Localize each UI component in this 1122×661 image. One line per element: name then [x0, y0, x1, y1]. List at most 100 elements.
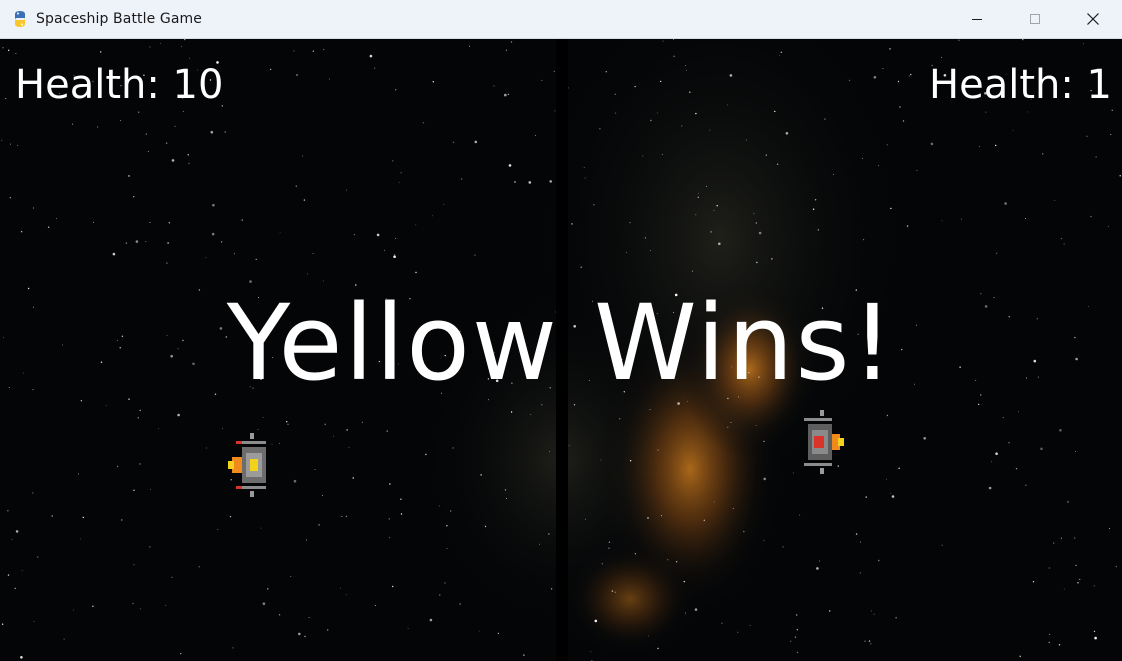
star [188, 162, 190, 165]
star [63, 638, 65, 640]
game-canvas[interactable]: Health: 10 Health: 1 Yellow Wins! [0, 39, 1122, 661]
star [72, 609, 74, 611]
star [394, 254, 396, 256]
star [657, 647, 659, 650]
star [189, 57, 190, 59]
star [267, 588, 269, 590]
star [1025, 218, 1026, 219]
star [298, 632, 301, 636]
star [649, 408, 651, 410]
star [548, 533, 550, 535]
star [33, 621, 35, 622]
star [493, 85, 495, 87]
star [407, 628, 409, 629]
star [689, 91, 691, 93]
maximize-button[interactable] [1006, 0, 1064, 38]
star [684, 65, 686, 66]
star [868, 640, 871, 642]
star [128, 398, 130, 400]
star [749, 624, 751, 626]
star [174, 125, 176, 127]
star [171, 159, 175, 162]
star [296, 74, 298, 76]
star [306, 273, 308, 275]
star [703, 519, 705, 521]
star [1012, 129, 1014, 131]
star [550, 588, 553, 590]
star [848, 79, 851, 82]
star [718, 242, 721, 246]
star [855, 533, 858, 535]
star [995, 452, 998, 456]
star [92, 605, 94, 607]
star [398, 181, 400, 183]
star [1049, 633, 1051, 635]
star [429, 618, 433, 622]
star [656, 112, 658, 114]
star [508, 164, 512, 167]
star [771, 258, 773, 260]
star [796, 614, 798, 616]
star [361, 421, 363, 423]
star [694, 608, 698, 611]
minimize-button[interactable] [948, 0, 1006, 38]
star [510, 411, 513, 413]
star [763, 477, 766, 481]
star [615, 112, 617, 114]
star [647, 635, 649, 637]
star [698, 192, 700, 194]
star [890, 207, 892, 210]
star [930, 142, 934, 146]
star [958, 39, 960, 41]
star [446, 525, 448, 527]
star [138, 111, 140, 113]
star [1, 139, 3, 141]
close-button[interactable] [1064, 0, 1122, 38]
star [1060, 237, 1063, 240]
star [794, 636, 797, 638]
star [713, 209, 715, 211]
star [599, 128, 601, 130]
star [211, 232, 215, 236]
star [345, 594, 347, 596]
star [314, 468, 316, 470]
star [530, 413, 532, 415]
star [1093, 585, 1095, 587]
star [650, 119, 652, 122]
star [1, 623, 4, 625]
star [824, 118, 826, 120]
star [293, 479, 297, 483]
star [538, 543, 540, 545]
star [902, 120, 905, 122]
star [459, 603, 461, 605]
star [895, 617, 897, 619]
star [593, 204, 595, 206]
star [870, 643, 872, 645]
star [497, 632, 500, 635]
star [221, 427, 223, 429]
star [149, 546, 151, 548]
star [139, 608, 141, 610]
title-bar[interactable]: Spaceship Battle Game [0, 0, 1122, 39]
star [374, 605, 376, 607]
star [2, 47, 4, 49]
star [137, 417, 139, 419]
star [812, 208, 815, 210]
star [862, 158, 864, 160]
star [1119, 175, 1121, 177]
star [51, 515, 53, 517]
star [21, 570, 23, 572]
star [1026, 111, 1028, 113]
star [452, 141, 455, 143]
star [332, 435, 334, 437]
star [286, 421, 288, 423]
star [996, 252, 998, 254]
star [590, 651, 592, 653]
star [886, 414, 889, 417]
star [80, 400, 83, 402]
star [629, 222, 631, 224]
star [1077, 582, 1079, 584]
star [260, 527, 262, 529]
star [774, 110, 776, 113]
star [7, 574, 10, 576]
